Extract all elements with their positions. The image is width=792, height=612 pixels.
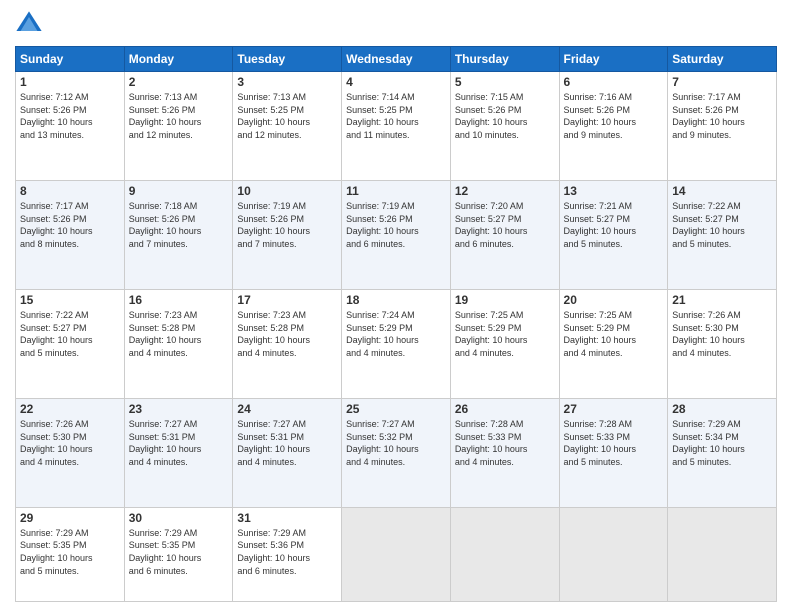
- calendar-header-row: SundayMondayTuesdayWednesdayThursdayFrid…: [16, 47, 777, 72]
- calendar-row-week2: 8Sunrise: 7:17 AMSunset: 5:26 PMDaylight…: [16, 180, 777, 289]
- col-header-thursday: Thursday: [450, 47, 559, 72]
- calendar-cell-23: 23Sunrise: 7:27 AMSunset: 5:31 PMDayligh…: [124, 398, 233, 507]
- calendar-cell-7: 7Sunrise: 7:17 AMSunset: 5:26 PMDaylight…: [668, 72, 777, 181]
- calendar-cell-19: 19Sunrise: 7:25 AMSunset: 5:29 PMDayligh…: [450, 289, 559, 398]
- calendar-cell-26: 26Sunrise: 7:28 AMSunset: 5:33 PMDayligh…: [450, 398, 559, 507]
- calendar-cell-18: 18Sunrise: 7:24 AMSunset: 5:29 PMDayligh…: [342, 289, 451, 398]
- calendar-row-week4: 22Sunrise: 7:26 AMSunset: 5:30 PMDayligh…: [16, 398, 777, 507]
- calendar-cell-9: 9Sunrise: 7:18 AMSunset: 5:26 PMDaylight…: [124, 180, 233, 289]
- calendar-cell-29: 29Sunrise: 7:29 AMSunset: 5:35 PMDayligh…: [16, 507, 125, 601]
- calendar-cell-30: 30Sunrise: 7:29 AMSunset: 5:35 PMDayligh…: [124, 507, 233, 601]
- col-header-wednesday: Wednesday: [342, 47, 451, 72]
- calendar-cell-11: 11Sunrise: 7:19 AMSunset: 5:26 PMDayligh…: [342, 180, 451, 289]
- calendar-cell-empty-4-6: [668, 507, 777, 601]
- calendar-cell-2: 2Sunrise: 7:13 AMSunset: 5:26 PMDaylight…: [124, 72, 233, 181]
- header: [15, 10, 777, 38]
- col-header-tuesday: Tuesday: [233, 47, 342, 72]
- col-header-sunday: Sunday: [16, 47, 125, 72]
- col-header-friday: Friday: [559, 47, 668, 72]
- calendar-cell-6: 6Sunrise: 7:16 AMSunset: 5:26 PMDaylight…: [559, 72, 668, 181]
- calendar-cell-3: 3Sunrise: 7:13 AMSunset: 5:25 PMDaylight…: [233, 72, 342, 181]
- calendar-cell-empty-4-5: [559, 507, 668, 601]
- calendar-row-week3: 15Sunrise: 7:22 AMSunset: 5:27 PMDayligh…: [16, 289, 777, 398]
- calendar-cell-16: 16Sunrise: 7:23 AMSunset: 5:28 PMDayligh…: [124, 289, 233, 398]
- calendar-cell-21: 21Sunrise: 7:26 AMSunset: 5:30 PMDayligh…: [668, 289, 777, 398]
- calendar-cell-27: 27Sunrise: 7:28 AMSunset: 5:33 PMDayligh…: [559, 398, 668, 507]
- calendar-cell-24: 24Sunrise: 7:27 AMSunset: 5:31 PMDayligh…: [233, 398, 342, 507]
- col-header-monday: Monday: [124, 47, 233, 72]
- calendar-cell-13: 13Sunrise: 7:21 AMSunset: 5:27 PMDayligh…: [559, 180, 668, 289]
- calendar-row-week1: 1Sunrise: 7:12 AMSunset: 5:26 PMDaylight…: [16, 72, 777, 181]
- calendar-cell-empty-4-3: [342, 507, 451, 601]
- logo: [15, 10, 45, 38]
- calendar-cell-14: 14Sunrise: 7:22 AMSunset: 5:27 PMDayligh…: [668, 180, 777, 289]
- col-header-saturday: Saturday: [668, 47, 777, 72]
- calendar-cell-1: 1Sunrise: 7:12 AMSunset: 5:26 PMDaylight…: [16, 72, 125, 181]
- calendar-cell-28: 28Sunrise: 7:29 AMSunset: 5:34 PMDayligh…: [668, 398, 777, 507]
- calendar-cell-22: 22Sunrise: 7:26 AMSunset: 5:30 PMDayligh…: [16, 398, 125, 507]
- calendar-cell-20: 20Sunrise: 7:25 AMSunset: 5:29 PMDayligh…: [559, 289, 668, 398]
- calendar-cell-15: 15Sunrise: 7:22 AMSunset: 5:27 PMDayligh…: [16, 289, 125, 398]
- calendar-cell-4: 4Sunrise: 7:14 AMSunset: 5:25 PMDaylight…: [342, 72, 451, 181]
- calendar-cell-empty-4-4: [450, 507, 559, 601]
- calendar-row-week5: 29Sunrise: 7:29 AMSunset: 5:35 PMDayligh…: [16, 507, 777, 601]
- calendar-table: SundayMondayTuesdayWednesdayThursdayFrid…: [15, 46, 777, 602]
- logo-icon: [15, 10, 43, 38]
- calendar-cell-8: 8Sunrise: 7:17 AMSunset: 5:26 PMDaylight…: [16, 180, 125, 289]
- calendar-cell-5: 5Sunrise: 7:15 AMSunset: 5:26 PMDaylight…: [450, 72, 559, 181]
- calendar-cell-12: 12Sunrise: 7:20 AMSunset: 5:27 PMDayligh…: [450, 180, 559, 289]
- calendar-cell-25: 25Sunrise: 7:27 AMSunset: 5:32 PMDayligh…: [342, 398, 451, 507]
- calendar-cell-17: 17Sunrise: 7:23 AMSunset: 5:28 PMDayligh…: [233, 289, 342, 398]
- calendar-cell-31: 31Sunrise: 7:29 AMSunset: 5:36 PMDayligh…: [233, 507, 342, 601]
- calendar-cell-10: 10Sunrise: 7:19 AMSunset: 5:26 PMDayligh…: [233, 180, 342, 289]
- page: SundayMondayTuesdayWednesdayThursdayFrid…: [0, 0, 792, 612]
